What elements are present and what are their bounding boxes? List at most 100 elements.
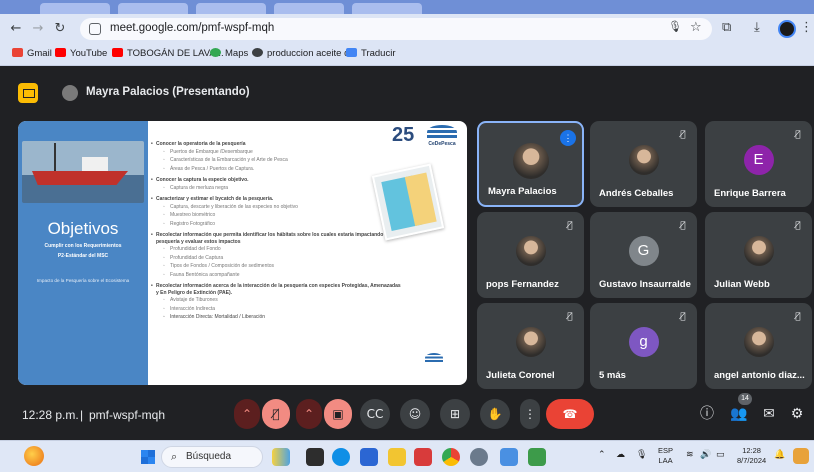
participant-tile[interactable]: ⋮ Mayra Palacios [477,121,584,207]
download-icon[interactable]: ⤓ [754,20,760,35]
participants-count-badge: 14 [738,393,752,405]
participant-tile[interactable]: 🎙̸ Andrés Ceballes [590,121,697,207]
chat-icon[interactable]: ✉ [760,405,778,423]
browser-tab[interactable] [118,3,188,14]
avatar: G [628,236,659,266]
browser-tab[interactable] [274,3,344,14]
bullet-item: Puertos de Embarque /Desembarque [152,148,402,157]
anniversary-logo: 25 [392,124,415,146]
tab-strip [0,0,814,14]
bookmarks-bar: Gmail YouTube TOBOGÁN DE LAVA... Maps pr… [0,44,814,66]
back-icon[interactable]: ← [8,21,24,37]
participant-tile[interactable]: 🎙̸ Julieta Coronel [477,303,584,389]
bookmark-traducir[interactable]: Traducir [346,48,396,59]
ship-cabin [82,157,108,171]
app-icon[interactable] [528,448,546,466]
captions-button[interactable]: CC [360,399,390,429]
app-icon[interactable] [793,448,809,464]
browser-tab[interactable] [40,3,110,14]
bullet-heading: Recolectar información acerca de la inte… [151,283,402,296]
avatar: g [628,327,659,357]
clock-date: 8/7/2024 [737,456,767,465]
notification-bell-icon[interactable]: 🔔 [774,450,785,460]
avatar [512,143,549,179]
extensions-icon[interactable]: ⧉ [722,20,731,35]
participant-tile[interactable]: G 🎙̸ Gustavo Insaurralde [590,212,697,298]
profile-avatar[interactable] [778,20,796,38]
browser-tab[interactable] [196,3,266,14]
participant-name: angel antonio diaz... [714,370,805,381]
taskbar-search[interactable]: ⌕ Búsqueda [161,446,263,468]
emoji-reaction-button[interactable]: ☺ [400,399,430,429]
bookmark-maps[interactable]: Maps [210,48,248,59]
people-icon[interactable]: 👥 [730,405,748,423]
bookmark-youtube[interactable]: YouTube [55,48,107,59]
mic-muted-icon: 🎙̸ [680,221,686,231]
bookmark-gmail[interactable]: Gmail [12,48,52,59]
presentation-icon[interactable] [18,83,38,103]
search-placeholder: Búsqueda [186,451,232,462]
weather-icon[interactable] [24,446,44,466]
bookmark-tobogan[interactable]: TOBOGÁN DE LAVA... [112,48,224,59]
slide-left-panel: Objetivos Cumplir con los Requerimientos… [18,121,148,385]
app-icon[interactable] [414,448,432,466]
ship-mast [54,143,56,171]
meeting-time: 12:28 p.m. [22,408,79,422]
language-indicator[interactable]: ESP LAA [658,446,673,466]
raise-hand-button[interactable]: ✋ [480,399,510,429]
browser-tab[interactable] [352,3,422,14]
microphone-off-button[interactable]: 🎙̸ [262,399,290,429]
task-view-icon[interactable] [306,448,324,466]
chrome-icon[interactable] [442,448,460,466]
participant-tile[interactable]: g 🎙̸ 5 más [590,303,697,389]
windows-start-icon[interactable] [141,450,155,464]
volume-icon[interactable]: 🔊 [700,450,711,460]
participant-tile[interactable]: 🎙̸ pops Fernandez [477,212,584,298]
more-options-button[interactable]: ⋮ [520,399,540,429]
site-settings-icon[interactable] [89,23,101,35]
slide-title: Objetivos [47,219,119,238]
presentation-slide[interactable]: Objetivos Cumplir con los Requerimientos… [18,121,467,385]
slide-subtitle: P2-Estándar del MSC [57,253,109,259]
slide-impact-text: Impacto de la Pesquería sobre el Ecosist… [36,278,130,283]
avatar [62,85,78,101]
wifi-icon[interactable]: ≋ [686,450,694,460]
mic-muted-icon: 🎙̸ [795,221,801,231]
video-options-chevron-icon[interactable]: ⌃ [296,399,322,429]
store-icon[interactable] [360,448,378,466]
edge-icon[interactable] [332,448,350,466]
camera-off-button[interactable]: ▣ [324,399,352,429]
participant-tile[interactable]: 🎙̸ Julian Webb [705,212,812,298]
battery-icon[interactable]: ▭ [716,450,725,460]
cloud-icon[interactable]: ☁ [616,450,625,460]
participant-tile[interactable]: 🎙̸ angel antonio diaz... [705,303,812,389]
bookmark-produccion[interactable]: produccion aceite d... [252,48,357,59]
separator: | [80,408,84,422]
widgets-app-icon[interactable] [272,448,290,466]
logo-waves [427,125,457,139]
microphone-icon[interactable]: 🎙 [668,20,682,33]
file-explorer-icon[interactable] [388,448,406,466]
logo-text: CeDePesca [428,141,456,147]
app-icon[interactable] [500,448,518,466]
audio-options-chevron-icon[interactable]: ⌃ [234,399,260,429]
url-field[interactable]: meet.google.com/pmf-wspf-mqh [80,18,712,40]
settings-icon[interactable] [470,448,488,466]
reload-icon[interactable]: ↻ [52,21,68,37]
forward-icon[interactable]: → [30,21,46,37]
taskbar-clock[interactable]: 12:28 8/7/2024 [737,446,766,466]
avatar: E [743,145,774,175]
bullet-item: Características de la Embarcación y el A… [152,156,402,165]
leave-call-button[interactable]: ☎ [546,399,594,429]
microphone-tray-icon[interactable]: 🎙 [636,450,647,460]
participant-tile[interactable]: E 🎙̸ Enrique Barrera [705,121,812,207]
mic-muted-icon: 🎙̸ [795,312,801,322]
mic-muted-icon: 🎙̸ [680,130,686,140]
meeting-info-icon[interactable]: ⓘ [698,405,716,423]
activities-icon[interactable]: ⚙ [788,405,806,423]
present-screen-button[interactable]: ⊞ [440,399,470,429]
bookmark-star-icon[interactable]: ☆ [690,20,702,35]
participant-name: 5 más [599,370,626,381]
tray-overflow-icon[interactable]: ⌃ [598,450,606,460]
menu-icon[interactable]: ⋮ [800,20,813,35]
